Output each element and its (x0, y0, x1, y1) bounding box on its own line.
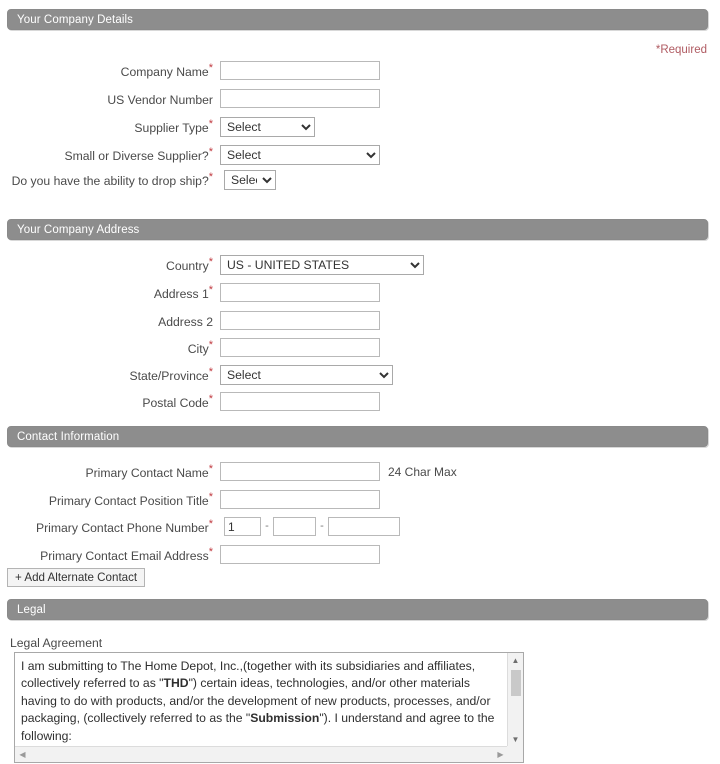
section-header-contact-information: Contact Information (7, 426, 708, 447)
label-city: City* (187, 338, 213, 356)
primary-contact-name-hint: 24 Char Max (388, 465, 457, 479)
city-input[interactable] (220, 338, 380, 357)
label-company-name: Company Name* (120, 61, 213, 79)
label-small-or-diverse-supplier: Small or Diverse Supplier?* (64, 145, 213, 163)
small-or-diverse-supplier-select[interactable]: Select (220, 145, 380, 165)
phone-area-code-input[interactable] (273, 517, 316, 536)
form-row-country: Country* US - UNITED STATES (0, 254, 720, 278)
postal-code-input[interactable] (220, 392, 380, 411)
legal-agreement-textarea[interactable]: I am submitting to The Home Depot, Inc.,… (14, 652, 524, 763)
form-row-primary-contact-name: Primary Contact Name* 24 Char Max (0, 461, 720, 485)
label-primary-contact-position-title: Primary Contact Position Title* (48, 490, 213, 508)
section-title: Contact Information (17, 431, 120, 443)
section-header-legal: Legal (7, 599, 708, 620)
country-select[interactable]: US - UNITED STATES (220, 255, 424, 275)
section-title: Legal (17, 604, 46, 616)
scroll-left-arrow-icon[interactable]: ◀ (15, 747, 30, 762)
vertical-scrollbar[interactable]: ▲ ▼ (507, 653, 523, 747)
form-row-postal-code: Postal Code* (0, 391, 720, 415)
form-row-state-province: State/Province* Select (0, 364, 720, 388)
state-province-select[interactable]: Select (220, 365, 393, 385)
primary-contact-name-input[interactable] (220, 462, 380, 481)
form-row-primary-contact-phone-number: Primary Contact Phone Number* - - (0, 516, 720, 540)
phone-separator-1: - (265, 520, 269, 533)
label-postal-code: Postal Code* (142, 392, 213, 410)
legal-agreement-text: I am submitting to The Home Depot, Inc.,… (21, 659, 495, 743)
label-drop-ship: Do you have the ability to drop ship?* (11, 170, 213, 188)
form-row-small-or-diverse-supplier: Small or Diverse Supplier?* Select (0, 144, 720, 168)
label-address-1: Address 1* (153, 283, 213, 301)
label-supplier-type: Supplier Type* (134, 117, 213, 135)
form-row-city: City* (0, 337, 720, 361)
vertical-scrollbar-thumb[interactable] (511, 670, 521, 696)
label-primary-contact-phone-number: Primary Contact Phone Number* (35, 517, 213, 535)
scrollbar-corner (507, 746, 523, 762)
label-us-vendor-number: US Vendor Number (107, 93, 213, 107)
form-row-drop-ship: Do you have the ability to drop ship?* S… (0, 169, 720, 193)
scroll-up-arrow-icon[interactable]: ▲ (508, 653, 523, 668)
form-row-company-name: Company Name* (0, 60, 720, 84)
phone-number-input[interactable] (328, 517, 400, 536)
label-primary-contact-email-address: Primary Contact Email Address* (40, 545, 213, 563)
phone-country-code-input[interactable] (224, 517, 261, 536)
form-row-supplier-type: Supplier Type* Select (0, 116, 720, 140)
add-alternate-contact-button[interactable]: + Add Alternate Contact (7, 568, 146, 587)
section-title: Your Company Address (17, 224, 140, 236)
supplier-type-select[interactable]: Select (220, 117, 315, 137)
company-name-input[interactable] (220, 61, 380, 80)
primary-contact-email-address-input[interactable] (220, 545, 380, 564)
legal-agreement-label: Legal Agreement (10, 636, 103, 650)
form-row-primary-contact-email-address: Primary Contact Email Address* (0, 544, 720, 568)
drop-ship-select[interactable]: Select (224, 170, 276, 190)
us-vendor-number-input[interactable] (220, 89, 380, 108)
section-header-company-details: Your Company Details (7, 9, 708, 30)
label-country: Country* (166, 255, 213, 273)
horizontal-scrollbar[interactable]: ◀ ▶ (15, 746, 523, 762)
scroll-right-arrow-icon[interactable]: ▶ (493, 747, 508, 762)
required-note: *Required (655, 44, 707, 56)
vendor-registration-form: Your Company Details *Required Company N… (0, 0, 720, 764)
scroll-down-arrow-icon[interactable]: ▼ (508, 732, 523, 747)
address-1-input[interactable] (220, 283, 380, 302)
address-2-input[interactable] (220, 311, 380, 330)
form-row-us-vendor-number: US Vendor Number (0, 88, 720, 112)
label-primary-contact-name: Primary Contact Name* (85, 462, 213, 480)
form-row-address-2: Address 2 (0, 310, 720, 334)
section-title: Your Company Details (17, 14, 133, 26)
label-address-2: Address 2 (158, 315, 213, 329)
primary-contact-position-title-input[interactable] (220, 490, 380, 509)
section-header-company-address: Your Company Address (7, 219, 708, 240)
form-row-address-1: Address 1* (0, 282, 720, 306)
form-row-primary-contact-position-title: Primary Contact Position Title* (0, 489, 720, 513)
phone-separator-2: - (320, 520, 324, 533)
label-state-province: State/Province* (129, 365, 213, 383)
